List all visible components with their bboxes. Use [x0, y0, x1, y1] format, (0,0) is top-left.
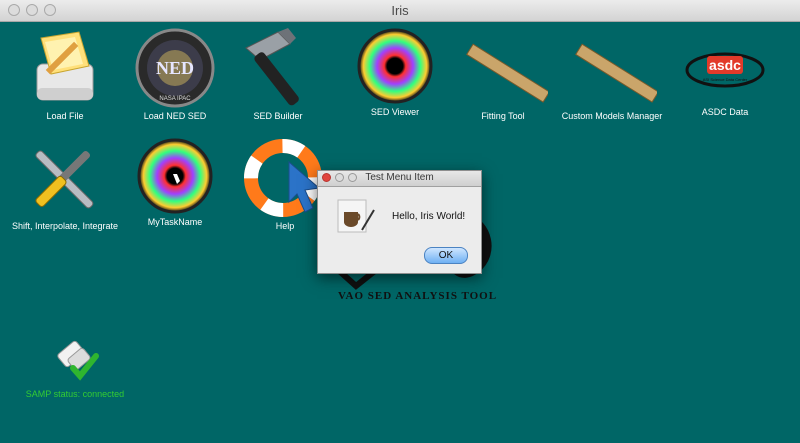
ok-button[interactable]: OK — [424, 247, 468, 264]
lifebuoy-icon — [244, 139, 322, 217]
ned-icon: NED NASA IPAC — [135, 28, 215, 108]
ruler-icon — [575, 43, 657, 103]
java-cup-icon — [337, 199, 375, 233]
mytask-eye-icon — [137, 138, 213, 214]
test-menu-dialog: Test Menu Item Hello, Iris World! OK — [317, 170, 482, 274]
samp-status: SAMP status: connected — [20, 332, 130, 399]
asdc-logo-subtext: ASI Science Data Center — [703, 77, 748, 82]
tool-label: MyTaskName — [147, 217, 203, 227]
ruler-icon — [466, 43, 548, 103]
tool-sed-builder[interactable]: SED Builder — [223, 26, 333, 121]
sed-viewer-icon — [357, 28, 433, 104]
tool-fitting-tool[interactable]: Fitting Tool — [448, 32, 558, 121]
asdc-logo-icon: asdc ASI Science Data Center — [685, 52, 765, 88]
tool-label: Load NED SED — [143, 111, 207, 121]
dialog-title: Test Menu Item — [365, 172, 434, 183]
wrench-screwdriver-icon — [35, 150, 94, 209]
dialog-message: Hello, Iris World! — [392, 211, 466, 222]
hammer-icon — [245, 28, 299, 106]
tool-load-ned-sed[interactable]: NED NASA IPAC Load NED SED — [120, 28, 230, 121]
ned-logo-outer-text: NASA IPAC — [159, 96, 191, 102]
window-titlebar: Iris — [0, 0, 800, 22]
tool-label: Load File — [46, 111, 84, 121]
tool-mytaskname[interactable]: MyTaskName — [120, 138, 230, 227]
tool-sed-viewer[interactable]: SED Viewer — [340, 28, 450, 117]
dialog-titlebar: Test Menu Item — [318, 171, 481, 187]
tool-label: SED Builder — [253, 111, 303, 121]
tool-asdc-data[interactable]: asdc ASI Science Data Center ASDC Data — [670, 40, 780, 117]
load-file-icon — [36, 31, 94, 101]
vao-branding-text: VAO SED ANALYSIS TOOL — [338, 290, 498, 302]
tool-label: ASDC Data — [701, 107, 749, 117]
ned-logo-text: NED — [156, 58, 194, 78]
samp-status-label: SAMP status: connected — [25, 389, 125, 399]
tool-custom-models-manager[interactable]: Custom Models Manager — [557, 32, 667, 121]
tool-shift-interpolate-integrate[interactable]: Shift, Interpolate, Integrate — [10, 138, 120, 231]
tool-load-file[interactable]: Load File — [10, 28, 120, 121]
asdc-logo-text: asdc — [709, 57, 741, 73]
tool-label: Shift, Interpolate, Integrate — [11, 221, 119, 231]
tool-label: Custom Models Manager — [561, 111, 663, 121]
tool-label: SED Viewer — [370, 107, 420, 117]
window-title: Iris — [391, 3, 409, 18]
tool-label: Fitting Tool — [481, 111, 525, 121]
samp-connected-icon — [57, 340, 99, 381]
